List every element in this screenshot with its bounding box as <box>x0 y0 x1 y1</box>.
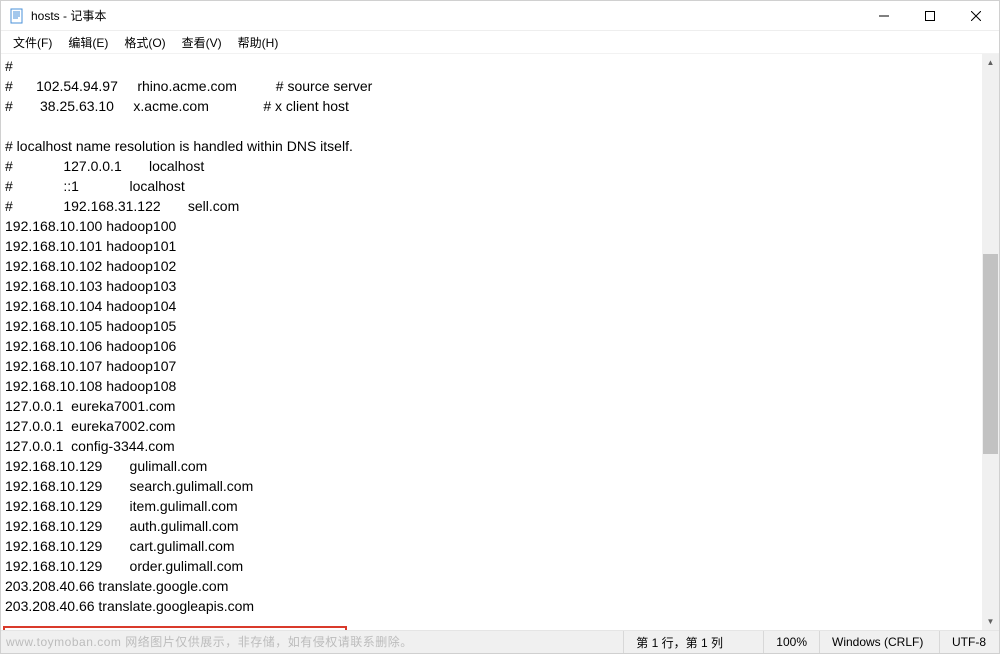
status-zoom: 100% <box>763 631 819 653</box>
minimize-button[interactable] <box>861 1 907 31</box>
scroll-up-icon[interactable]: ▲ <box>982 54 999 71</box>
menu-view[interactable]: 查看(V) <box>174 32 230 53</box>
menubar: 文件(F) 编辑(E) 格式(O) 查看(V) 帮助(H) <box>1 31 999 53</box>
window-title: hosts - 记事本 <box>31 7 106 24</box>
vertical-scrollbar[interactable]: ▲ ▼ <box>982 54 999 630</box>
status-encoding: UTF-8 <box>939 631 999 653</box>
menu-edit[interactable]: 编辑(E) <box>60 32 116 53</box>
menu-help[interactable]: 帮助(H) <box>230 32 287 53</box>
status-line-ending: Windows (CRLF) <box>819 631 939 653</box>
close-button[interactable] <box>953 1 999 31</box>
titlebar: hosts - 记事本 <box>1 1 999 31</box>
notepad-app-icon <box>9 8 25 24</box>
maximize-button[interactable] <box>907 1 953 31</box>
notepad-window: hosts - 记事本 文件(F) 编辑(E) 格式(O) 查看(V) 帮助(H… <box>0 0 1000 654</box>
status-cursor-position: 第 1 行，第 1 列 <box>623 631 763 653</box>
text-editor[interactable]: # # 102.54.94.97 rhino.acme.com # source… <box>1 54 982 630</box>
scroll-down-icon[interactable]: ▼ <box>982 613 999 630</box>
scroll-thumb[interactable] <box>983 254 998 454</box>
editor-area: # # 102.54.94.97 rhino.acme.com # source… <box>1 53 999 630</box>
menu-file[interactable]: 文件(F) <box>5 32 60 53</box>
menu-format[interactable]: 格式(O) <box>116 32 173 53</box>
statusbar: 第 1 行，第 1 列 100% Windows (CRLF) UTF-8 <box>1 630 999 653</box>
